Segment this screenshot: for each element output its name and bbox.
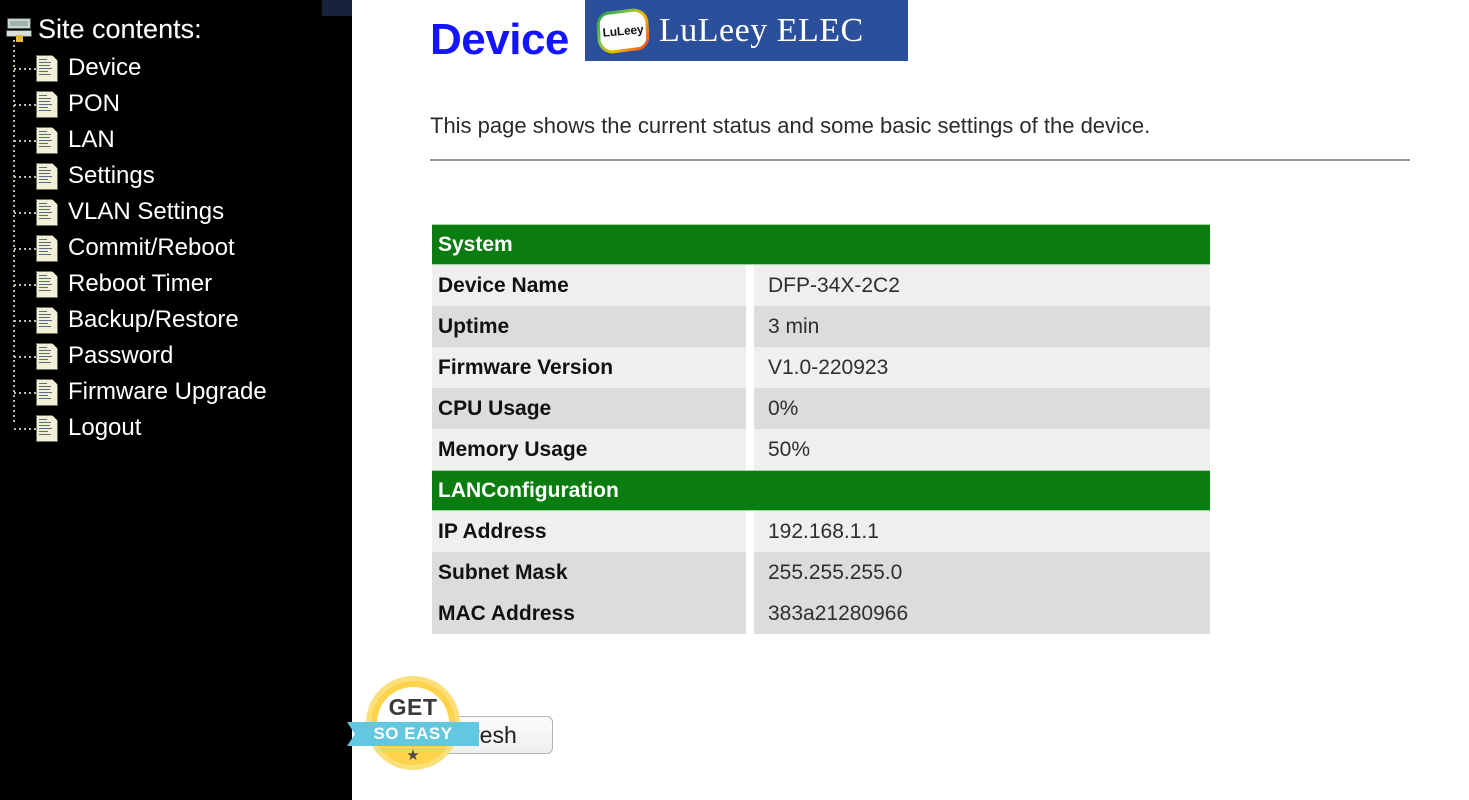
page-icon xyxy=(36,197,59,226)
sidebar-item-label: Device xyxy=(68,54,142,81)
page-icon xyxy=(36,233,59,262)
row-label: Device Name xyxy=(432,265,754,306)
tree-connector-line xyxy=(14,212,36,214)
tree-connector-line xyxy=(14,104,36,106)
tree-connector-line xyxy=(14,140,36,142)
row-value: 192.168.1.1 xyxy=(754,511,1210,552)
table-section-header: System xyxy=(432,224,1210,265)
sidebar-item-pon[interactable]: PON xyxy=(0,86,352,122)
sidebar-item-label: PON xyxy=(68,90,121,117)
section-heading-label: System xyxy=(432,224,1210,265)
badge-top-text: GET xyxy=(388,694,438,720)
row-label: Memory Usage xyxy=(432,429,754,470)
frame-scroll-stub xyxy=(322,0,352,16)
tree-connector-line xyxy=(14,68,36,70)
page-icon xyxy=(36,341,59,370)
section-heading-label: LANConfiguration xyxy=(432,470,1210,511)
page-icon xyxy=(36,125,59,154)
row-label: Subnet Mask xyxy=(432,552,754,593)
page-title: Device xyxy=(430,15,569,64)
table-row: MAC Address 383a21280966 xyxy=(432,593,1210,634)
page-icon xyxy=(36,269,59,298)
badge-ribbon-text: SO EASY xyxy=(373,724,453,743)
page-icon xyxy=(36,89,59,118)
table-row: CPU Usage 0% xyxy=(432,388,1210,429)
sidebar-item-label: Logout xyxy=(68,414,142,441)
main-content: Device This page shows the current statu… xyxy=(352,0,1469,800)
tree-connector-line xyxy=(14,320,36,322)
table-row: IP Address 192.168.1.1 xyxy=(432,511,1210,552)
tree-connector-line xyxy=(14,284,36,286)
sidebar-item-label: Firmware Upgrade xyxy=(68,378,267,405)
row-label: Uptime xyxy=(432,306,754,347)
page-icon xyxy=(36,413,59,442)
table-row: Uptime 3 min xyxy=(432,306,1210,347)
sidebar-item-logout[interactable]: Logout xyxy=(0,410,352,446)
table-row: Device Name DFP-34X-2C2 xyxy=(432,265,1210,306)
table-section-header: LANConfiguration xyxy=(432,470,1210,511)
row-label: CPU Usage xyxy=(432,388,754,429)
page-description: This page shows the current status and s… xyxy=(430,113,1151,138)
luleey-logo-text: LuLeey xyxy=(602,21,644,40)
tree-connector-line xyxy=(14,248,36,250)
tree-root-label: Site contents: xyxy=(38,14,202,44)
row-value: DFP-34X-2C2 xyxy=(754,265,1210,306)
tree-connector-line xyxy=(14,356,36,358)
sidebar-item-vlan-settings[interactable]: VLAN Settings xyxy=(0,194,352,230)
badge-ribbon: SO EASY xyxy=(347,722,479,746)
sidebar-item-device[interactable]: Device xyxy=(0,50,352,86)
row-value: 50% xyxy=(754,429,1210,470)
page-icon xyxy=(36,377,59,406)
tree-connector-line xyxy=(14,176,36,178)
table-row: Subnet Mask 255.255.255.0 xyxy=(432,552,1210,593)
sidebar-item-label: Reboot Timer xyxy=(68,270,213,297)
row-value: 383a21280966 xyxy=(754,593,1210,634)
sidebar-item-label: VLAN Settings xyxy=(68,198,225,225)
sidebar-item-backup-restore[interactable]: Backup/Restore xyxy=(0,302,352,338)
tree-connector-line xyxy=(14,392,36,394)
sidebar-item-label: Commit/Reboot xyxy=(68,234,235,261)
sidebar-item-label: LAN xyxy=(68,126,115,153)
row-value: 0% xyxy=(754,388,1210,429)
get-so-easy-badge: GET SO EASY ★ xyxy=(347,676,479,770)
tree-root: Site contents: xyxy=(6,14,202,44)
page-icon xyxy=(36,161,59,190)
row-value: 255.255.255.0 xyxy=(754,552,1210,593)
sidebar-item-list: Device PON LAN Settings VLAN Settings Co… xyxy=(0,50,352,446)
luleey-logo-icon: LuLeey xyxy=(596,6,650,55)
computer-icon xyxy=(6,18,32,42)
sidebar-item-label: Backup/Restore xyxy=(68,306,239,333)
row-label: Firmware Version xyxy=(432,347,754,388)
horizontal-divider xyxy=(430,159,1410,161)
star-icon: ★ xyxy=(406,747,420,764)
table-row: Firmware Version V1.0-220923 xyxy=(432,347,1210,388)
page-icon xyxy=(36,305,59,334)
site-contents-sidebar: Site contents: Device PON LAN Settings V… xyxy=(0,0,352,800)
row-label: IP Address xyxy=(432,511,754,552)
sidebar-item-password[interactable]: Password xyxy=(0,338,352,374)
sidebar-item-commit-reboot[interactable]: Commit/Reboot xyxy=(0,230,352,266)
sidebar-item-reboot-timer[interactable]: Reboot Timer xyxy=(0,266,352,302)
row-label: MAC Address xyxy=(432,593,754,634)
luleey-elec-watermark-banner: LuLeey LuLeey ELEC xyxy=(585,0,908,61)
page-icon xyxy=(36,53,59,82)
sidebar-item-firmware-upgrade[interactable]: Firmware Upgrade xyxy=(0,374,352,410)
row-value: 3 min xyxy=(754,306,1210,347)
sidebar-item-label: Settings xyxy=(68,162,155,189)
luleey-brand-text: LuLeey ELEC xyxy=(659,11,864,49)
tree-connector-line xyxy=(14,428,36,430)
device-status-table: System Device Name DFP-34X-2C2 Uptime 3 … xyxy=(432,224,1210,634)
sidebar-item-label: Password xyxy=(68,342,174,369)
table-row: Memory Usage 50% xyxy=(432,429,1210,470)
sidebar-item-lan[interactable]: LAN xyxy=(0,122,352,158)
sidebar-item-settings[interactable]: Settings xyxy=(0,158,352,194)
row-value: V1.0-220923 xyxy=(754,347,1210,388)
